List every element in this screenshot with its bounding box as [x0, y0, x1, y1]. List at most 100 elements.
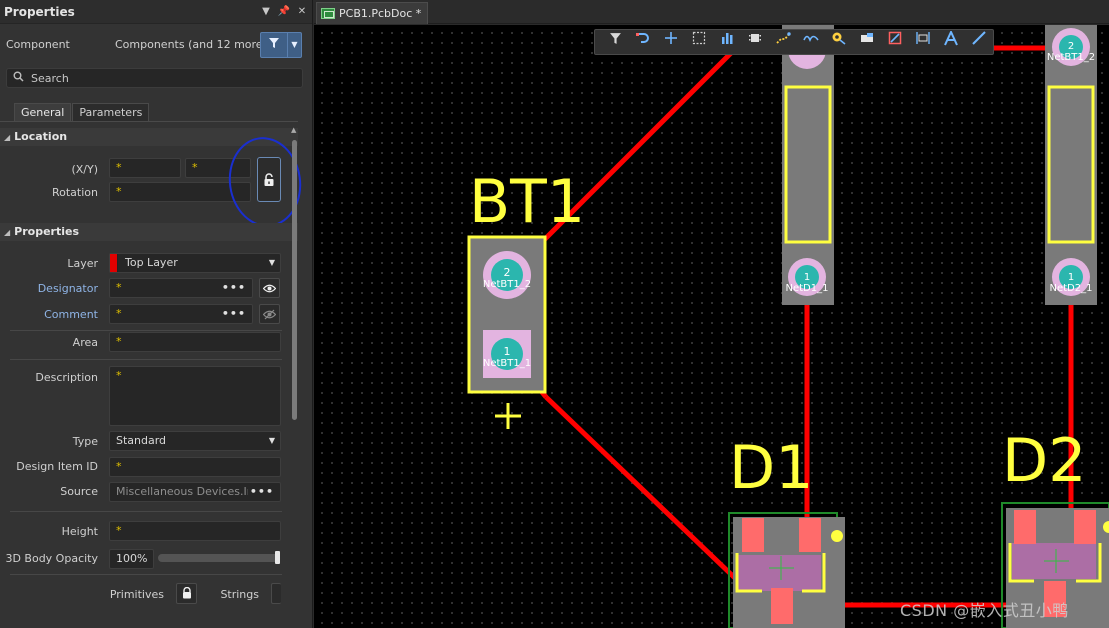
smd-pad [799, 518, 821, 552]
type-value: Standard [116, 434, 167, 447]
smd-pad [1074, 510, 1096, 544]
eye-icon [262, 281, 277, 294]
strings-lock-button[interactable] [271, 583, 281, 604]
comment-label: Comment [44, 308, 98, 321]
section-properties[interactable]: ◢ Properties [0, 223, 298, 241]
select-rect-icon[interactable] [685, 31, 713, 53]
chevron-down-icon[interactable]: ▼ [287, 33, 301, 57]
section-properties-title: Properties [14, 225, 79, 238]
collapse-triangle-icon: ◢ [4, 133, 11, 142]
description-value: * [116, 369, 122, 382]
opacity-slider-handle[interactable] [275, 551, 280, 564]
diff-pair-icon[interactable] [797, 31, 825, 53]
interactive-route-icon[interactable] [769, 31, 797, 53]
area-value: * [116, 335, 122, 348]
pad-number: 1 [1068, 272, 1074, 283]
pad-net-label: NetBT1_2 [1047, 52, 1095, 63]
type-select[interactable]: Standard ▼ [109, 431, 281, 451]
collapse-triangle-icon: ◢ [4, 228, 11, 237]
footprint-middle-top[interactable]: 1 NetD1_1 [782, 25, 834, 305]
design-item-label: Design Item ID [16, 460, 98, 473]
type-label: Type [72, 435, 98, 448]
opacity-value: 100% [116, 552, 148, 565]
opacity-label: 3D Body Opacity [5, 552, 98, 565]
footprint-bt1[interactable]: BT1 2 NetBT1_2 1 NetBT1_1 [467, 167, 585, 429]
xy-label: (X/Y) [71, 163, 98, 176]
text-icon[interactable] [937, 29, 965, 53]
designator-value: * [116, 281, 122, 294]
tab-parameters[interactable]: Parameters [72, 103, 150, 122]
opacity-slider[interactable] [158, 554, 280, 562]
divider [10, 511, 282, 512]
more-dots-icon[interactable]: ••• [222, 279, 246, 297]
comment-field[interactable]: * ••• [109, 304, 253, 324]
area-field[interactable]: * [109, 332, 281, 352]
dimension-icon[interactable] [909, 31, 937, 53]
pad-net-label: NetBT1_1 [483, 358, 531, 369]
search-input[interactable]: Search [6, 68, 303, 88]
body-hatch [737, 555, 821, 591]
design-item-value: * [116, 460, 122, 473]
height-label: Height [61, 525, 98, 538]
document-tab-title: PCB1.PcbDoc * [339, 7, 422, 20]
filter-icon[interactable] [601, 31, 629, 53]
route-icon[interactable] [629, 31, 657, 53]
source-field[interactable]: Miscellaneous Devices.IntLi ••• [109, 482, 281, 502]
pad-number: 1 [504, 345, 511, 358]
search-placeholder: Search [31, 71, 69, 85]
description-field[interactable]: * [109, 366, 281, 426]
panel-tabs: General Parameters [14, 103, 150, 122]
scrollbar-thumb[interactable] [292, 140, 297, 420]
component-icon[interactable] [741, 31, 769, 53]
pcb-drawing[interactable]: 1 NetD1_1 2 NetBT1_2 1 NetD2_1 BT1 2 Net… [314, 25, 1109, 628]
track[interactable] [544, 395, 739, 582]
tab-pcb-document[interactable]: PCB1.PcbDoc * [316, 2, 429, 24]
layer-select[interactable]: Top Layer ▼ [109, 253, 281, 273]
area-label: Area [72, 336, 98, 349]
line-icon[interactable] [965, 31, 993, 53]
y-value: * [192, 161, 198, 174]
panel-menu-icon[interactable]: ▼ [258, 6, 274, 17]
footprint-right-top[interactable]: 2 NetBT1_2 1 NetD2_1 [1045, 25, 1097, 305]
footprint-d1[interactable]: D1 [728, 433, 845, 628]
layer-color-swatch [110, 254, 118, 272]
height-value: * [116, 524, 122, 537]
fill-icon[interactable] [853, 31, 881, 53]
component-label: Component [6, 38, 70, 51]
design-item-field[interactable]: * [109, 457, 281, 477]
bar-chart-icon[interactable] [713, 31, 741, 53]
more-dots-icon[interactable]: ••• [222, 305, 246, 323]
divider [10, 359, 282, 360]
filter-button[interactable]: ▼ [260, 32, 302, 58]
designator-visibility-button[interactable] [259, 278, 280, 298]
more-dots-icon[interactable]: ••• [247, 483, 274, 501]
search-icon [13, 71, 27, 85]
primitives-label: Primitives [109, 588, 164, 601]
chevron-down-icon: ▼ [268, 436, 275, 445]
close-icon[interactable]: ✕ [294, 6, 310, 17]
designator-d2: D2 [1002, 426, 1086, 496]
opacity-field[interactable]: 100% [109, 549, 154, 569]
designator-bt1: BT1 [469, 167, 585, 237]
designator-field[interactable]: * ••• [109, 278, 253, 298]
source-label: Source [60, 485, 98, 498]
region-icon[interactable] [881, 31, 909, 53]
tab-general[interactable]: General [14, 103, 72, 122]
eye-off-icon [262, 307, 277, 320]
pad-icon[interactable] [825, 31, 853, 53]
pcb-canvas[interactable]: 1 NetD1_1 2 NetBT1_2 1 NetD2_1 BT1 2 Net… [314, 25, 1109, 628]
cross-icon[interactable] [657, 31, 685, 53]
pad-number: 2 [1068, 41, 1074, 52]
x-field[interactable]: * [109, 158, 181, 178]
pin-icon[interactable]: 📌 [276, 6, 292, 17]
layer-label: Layer [67, 257, 98, 270]
scroll-up-arrow-icon[interactable]: ▲ [291, 126, 296, 134]
smd-pad [1014, 510, 1036, 544]
tab-divider [0, 121, 298, 122]
height-field[interactable]: * [109, 521, 281, 541]
comment-visibility-button[interactable] [259, 304, 280, 324]
layer-value: Top Layer [125, 256, 178, 269]
rotation-label: Rotation [51, 186, 98, 199]
pad-number: 2 [504, 266, 511, 279]
section-location-title: Location [14, 130, 68, 143]
